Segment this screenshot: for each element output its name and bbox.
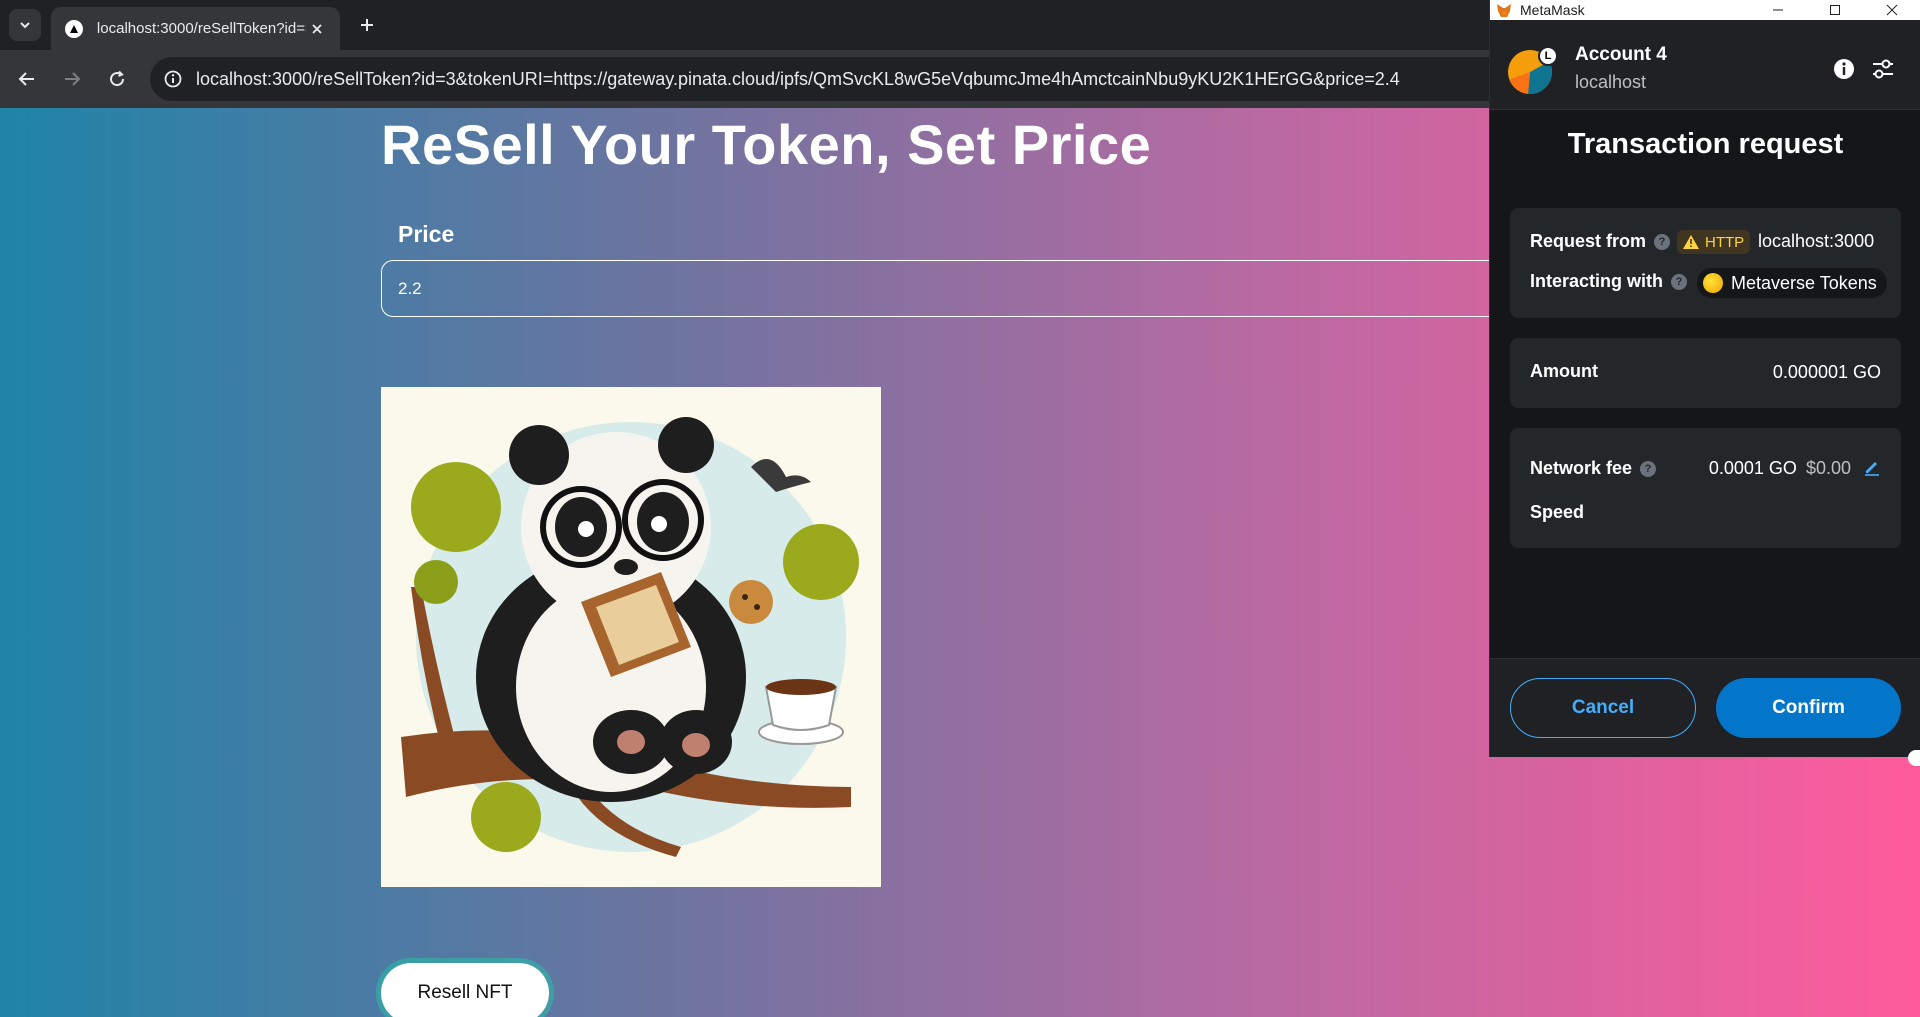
info-icon[interactable] — [1832, 57, 1856, 81]
price-input[interactable]: 2.2 — [381, 260, 1581, 317]
metamask-fox-icon — [1497, 4, 1511, 17]
resell-nft-button[interactable]: Resell NFT — [381, 963, 549, 1017]
speed-label: Speed — [1530, 502, 1585, 522]
tab-search-button[interactable] — [9, 9, 41, 41]
contract-name: Metaverse Tokens — [1731, 272, 1877, 293]
browser-tab[interactable]: localhost:3000/reSellToken?id=3 — [51, 7, 340, 50]
help-icon[interactable]: ? — [1654, 233, 1671, 250]
minimize-button[interactable] — [1749, 0, 1806, 20]
amount-card: Amount 0.000001 GO — [1510, 338, 1901, 408]
new-tab-button[interactable] — [352, 10, 382, 40]
back-button[interactable] — [12, 64, 42, 94]
reload-icon — [110, 70, 125, 87]
price-label: Price — [398, 221, 455, 247]
metamask-window: MetaMask L Account 4 localhost Transacti… — [1489, 0, 1920, 757]
network-fee-row: Network fee ? — [1530, 458, 1657, 479]
favicon-icon — [65, 19, 83, 38]
action-footer: Cancel Confirm — [1490, 658, 1920, 757]
address-bar[interactable]: localhost:3000/reSellToken?id=3&tokenURI… — [150, 57, 1550, 101]
request-from-row: Request from ? — [1530, 231, 1671, 252]
page-title: ReSell Your Token, Set Price — [381, 113, 1152, 176]
arrow-left-icon — [18, 72, 34, 86]
warning-icon — [1683, 235, 1699, 249]
maximize-icon — [1829, 5, 1840, 15]
maximize-button[interactable] — [1806, 0, 1863, 20]
settings-sliders-icon[interactable] — [1870, 56, 1896, 82]
url-text: localhost:3000/reSellToken?id=3&tokenURI… — [196, 68, 1400, 89]
pencil-edit-icon[interactable] — [1863, 458, 1881, 476]
nft-image — [381, 387, 881, 887]
interacting-with-row: Interacting with ? — [1530, 271, 1688, 292]
help-icon[interactable]: ? — [1671, 273, 1688, 290]
help-icon[interactable]: ? — [1640, 460, 1657, 477]
amount-value: 0.000001 GO — [1772, 362, 1881, 382]
metamask-titlebar: MetaMask — [1490, 0, 1920, 20]
request-origin: localhost:3000 — [1758, 231, 1875, 251]
chevron-down-icon — [20, 22, 30, 29]
close-tab-icon[interactable] — [306, 18, 328, 40]
contract-pill[interactable]: Metaverse Tokens — [1697, 268, 1887, 298]
scroll-handle[interactable] — [1908, 750, 1920, 766]
cancel-button[interactable]: Cancel — [1510, 678, 1696, 738]
http-warning-badge: HTTP — [1677, 230, 1751, 254]
account-name: Account 4 — [1575, 44, 1667, 65]
forward-button[interactable] — [57, 64, 87, 94]
network-badge: L — [1538, 46, 1558, 66]
site-info-icon[interactable] — [160, 66, 186, 92]
interacting-with-label: Interacting with — [1530, 271, 1664, 291]
account-header: L Account 4 localhost — [1490, 20, 1920, 110]
reload-button[interactable] — [102, 64, 132, 94]
network-fee-label: Network fee — [1530, 458, 1633, 478]
network-fee-value: 0.0001 GO $0.00 — [1709, 458, 1851, 479]
tab-title: localhost:3000/reSellToken?id=3 — [96, 20, 307, 37]
confirm-button[interactable]: Confirm — [1716, 678, 1901, 738]
minimize-icon — [1772, 9, 1783, 11]
http-badge-label: HTTP — [1705, 233, 1745, 251]
network-fee-card: Network fee ? 0.0001 GO $0.00 Speed — [1510, 428, 1901, 548]
arrow-right-icon — [65, 72, 81, 86]
close-window-button[interactable] — [1863, 0, 1920, 20]
network-fee-amount: 0.0001 GO — [1708, 458, 1797, 478]
account-origin: localhost — [1575, 72, 1647, 92]
amount-label: Amount — [1530, 361, 1598, 381]
metamask-app-name: MetaMask — [1520, 2, 1585, 18]
close-icon — [1886, 4, 1897, 16]
network-fee-fiat: $0.00 — [1805, 458, 1851, 478]
plus-icon — [361, 19, 373, 31]
request-details-card: Request from ? HTTP localhost:3000 Inter… — [1510, 208, 1901, 318]
request-from-label: Request from — [1530, 231, 1647, 251]
contract-avatar-icon — [1703, 273, 1723, 293]
transaction-request-heading: Transaction request — [1567, 128, 1844, 160]
